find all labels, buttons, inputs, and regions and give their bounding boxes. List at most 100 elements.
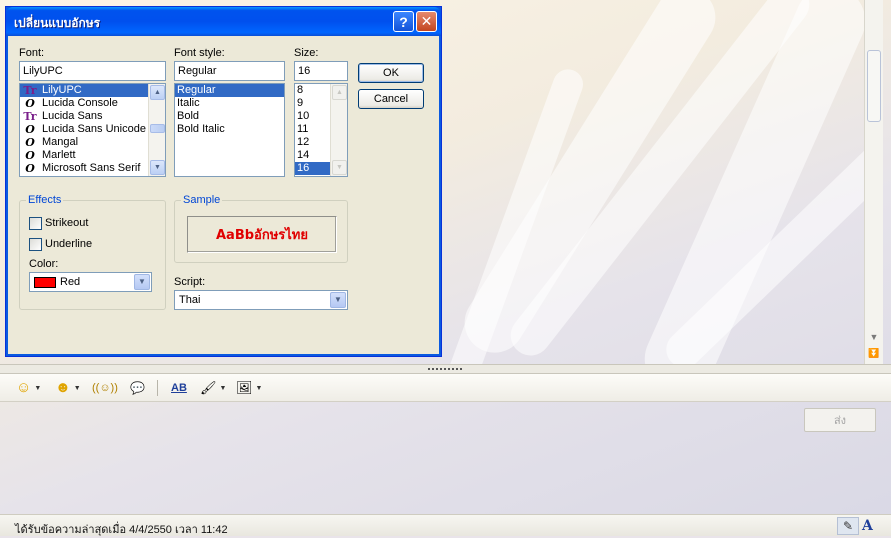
size-label: Size: [294,47,319,59]
scroll-down-icon[interactable]: ▼ [150,160,165,175]
strikeout-label: Strikeout [45,217,89,229]
font-list-scroll-thumb[interactable] [150,124,165,133]
wink-icon: ☻ [55,379,71,396]
font-list-item-label: LilyUPC [42,84,82,96]
font-style-item[interactable]: Regular [175,84,284,97]
close-button[interactable]: ✕ [416,11,437,32]
background-button[interactable]: 🖼 ▼ [236,379,262,397]
font-style-item[interactable]: Bold Italic [175,123,284,136]
send-button[interactable]: ส่ง [804,408,876,432]
font-list-item-label: Lucida Console [42,97,118,109]
size-list-scrollbar[interactable]: ▲ ▼ [330,84,347,176]
voice-clip-icon: 💬 [130,381,145,395]
font-style-item[interactable]: Bold [175,110,284,123]
font-list-item[interactable]: O Microsoft Sans Serif [20,162,165,175]
paint-brush-icon: 🖌 [200,380,217,395]
scroll-up-icon[interactable]: ▲ [332,85,347,100]
color-swatch [34,277,56,288]
last-message-status: ได้รับข้อความล่าสุดเมื่อ 4/4/2550 เวลา 1… [15,524,228,536]
truetype-font-icon: Tr [23,84,37,97]
paint-button[interactable]: 🖌 ▼ [200,379,226,397]
dialog-body: Font: LilyUPC Tr LilyUPC O Lucida Console Tr… [9,36,438,354]
font-style-list[interactable]: Regular Italic Bold Bold Italic [174,83,285,177]
font-list-item[interactable]: Tr LilyUPC [20,84,165,97]
chevron-down-icon: ▼ [73,384,81,392]
color-select[interactable]: Red ▼ [29,272,152,292]
font-list-scrollbar[interactable]: ▲ ▼ [148,84,165,176]
font-style-input[interactable]: Regular [174,61,285,81]
size-item[interactable]: 16 [295,162,331,175]
opentype-font-icon: O [25,97,35,110]
font-label: Font: [19,47,45,59]
font-list-item[interactable]: O Lucida Console [20,97,165,110]
scroll-end-icon[interactable]: ⏬ [868,348,880,358]
message-toolbar: ☺ ▼ ☻ ▼ ((☺)) 💬 AB 🖌 ▼ 🖼 ▼ [0,374,891,402]
font-list-item[interactable]: O Lucida Sans Unicode [20,123,165,136]
font-name-input[interactable]: LilyUPC [19,61,166,81]
color-label: Color: [29,258,59,270]
help-button[interactable]: ? [393,11,414,32]
font-dialog: เปลี่ยนแบบอักษร ? ✕ Font: LilyUPC Tr Lily… [5,6,442,357]
size-item[interactable]: 12 [295,136,331,149]
wink-button[interactable]: ☻ ▼ [55,379,81,397]
script-select[interactable]: Thai ▼ [174,290,348,310]
size-item[interactable]: 10 [295,110,331,123]
nudge-icon: ((☺)) [92,382,118,394]
change-font-button[interactable]: AB [171,379,187,397]
pane-splitter[interactable] [0,364,891,374]
font-style-item[interactable]: Italic [175,97,284,110]
sample-title: Sample [181,194,223,206]
dialog-titlebar[interactable]: เปลี่ยนแบบอักษร ? ✕ [6,7,441,36]
strikeout-checkbox[interactable] [29,217,42,230]
font-list[interactable]: Tr LilyUPC O Lucida Console Tr Lucida Sans O Lu… [19,83,166,177]
size-list[interactable]: 8 9 10 11 12 14 16 ▲ ▼ [294,83,348,177]
font-list-item-label: Lucida Sans Unicode [42,123,146,135]
chevron-down-icon: ▼ [34,384,42,392]
script-value: Thai [179,294,201,306]
font-list-item-label: Lucida Sans [42,110,103,122]
opentype-font-icon: O [25,162,35,175]
handwriting-icon[interactable]: ✎ [837,517,859,535]
cancel-button[interactable]: Cancel [358,89,424,109]
sample-group: Sample AaBbอักษรไทย [174,194,348,263]
background-icon: 🖼 [236,380,253,395]
splitter-grip[interactable] [428,368,462,370]
script-label: Script: [174,276,206,288]
emoticon-button[interactable]: ☺ ▼ [16,379,41,397]
size-input[interactable]: 16 [294,61,348,81]
font-style-label: Font style: [174,47,225,59]
size-item[interactable]: 9 [295,97,331,110]
size-item[interactable]: 8 [295,84,331,97]
sample-preview: AaBbอักษรไทย [187,216,337,253]
status-bar: ได้รับข้อความล่าสุดเมื่อ 4/4/2550 เวลา 1… [0,514,891,536]
voice-clip-button[interactable]: 💬 [130,379,145,397]
scroll-down-icon[interactable]: ▼ [332,160,347,175]
effects-group: Effects Strikeout Underline Color: Red ▼ [19,194,166,310]
truetype-font-icon: Tr [23,110,37,123]
font-list-item[interactable]: O Marlett [20,149,165,162]
ok-button[interactable]: OK [358,63,424,83]
chevron-down-icon: ▼ [219,384,227,392]
history-scroll-thumb[interactable] [867,50,881,122]
history-scrollbar[interactable]: ▼ ⏬ [864,0,883,364]
scroll-down-arrow-icon[interactable]: ▼ [868,332,880,342]
effects-title: Effects [26,194,64,206]
toolbar-divider [157,380,158,396]
emoticon-icon: ☺ [16,379,32,396]
underline-checkbox[interactable] [29,238,42,251]
opentype-font-icon: O [25,123,35,136]
font-list-item-label: Mangal [42,136,79,148]
nudge-button[interactable]: ((☺)) [92,379,118,397]
text-mode-icon[interactable]: A [862,518,873,534]
chevron-down-icon[interactable]: ▼ [330,292,346,308]
font-list-item[interactable]: O Mangal [20,136,165,149]
opentype-font-icon: O [25,136,35,149]
chevron-down-icon[interactable]: ▼ [134,274,150,290]
size-item[interactable]: 11 [295,123,331,136]
size-item[interactable]: 14 [295,149,331,162]
dialog-title: เปลี่ยนแบบอักษร [14,16,101,30]
font-list-item-label: Microsoft Sans Serif [42,162,141,174]
font-list-item[interactable]: Tr Lucida Sans [20,110,165,123]
scroll-up-icon[interactable]: ▲ [150,85,165,100]
message-input[interactable] [0,402,891,514]
